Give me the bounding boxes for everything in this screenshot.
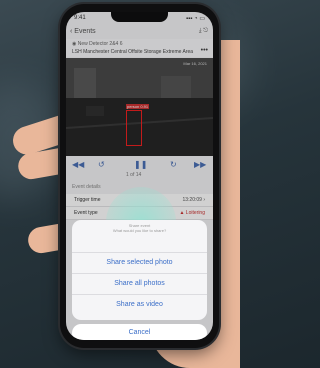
share-as-video-button[interactable]: Share as video <box>72 294 207 315</box>
phone-screen: 9:41 ▪▪▪ ◔ ▭ ‹ Events ⤓ ⎋ ◉ New Detector… <box>66 12 213 340</box>
share-selected-photo-button[interactable]: Share selected photo <box>72 252 207 273</box>
share-all-photos-button[interactable]: Share all photos <box>72 273 207 294</box>
sheet-subtitle: What would you like to share? <box>112 228 167 233</box>
share-action-sheet: Share event What would you like to share… <box>72 220 207 320</box>
sheet-title: Share event <box>128 223 151 228</box>
cancel-button[interactable]: Cancel <box>72 324 207 340</box>
